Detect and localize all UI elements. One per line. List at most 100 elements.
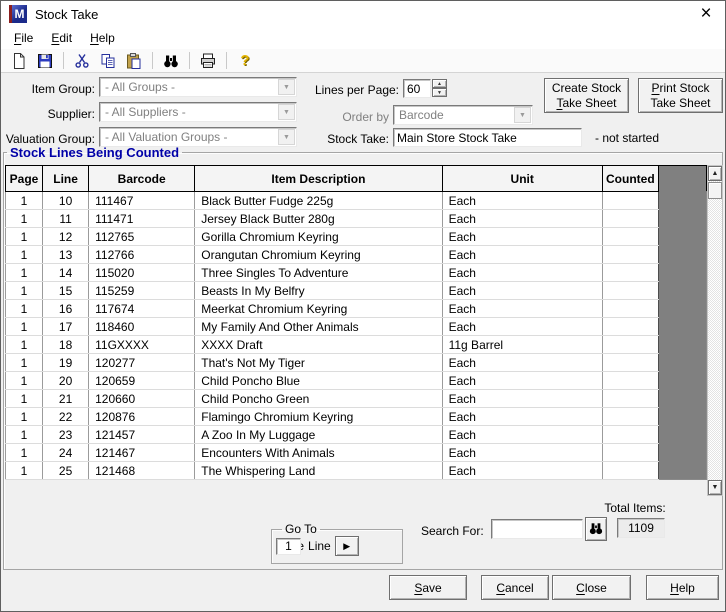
cell [602,246,658,264]
toolbar-separator [63,52,64,69]
print-sheet-line1: Print Stock [651,81,709,96]
window-title: Stock Take [35,7,98,22]
create-sheet-line2: Take Sheet [556,96,616,111]
spin-down-icon[interactable]: ▼ [432,88,447,97]
table-row[interactable]: 111111471Jersey Black Butter 280gEach [6,210,707,228]
col-header-counted[interactable]: Counted [602,166,658,192]
table-row[interactable]: 114115020Three Singles To AdventureEach [6,264,707,282]
menu-help[interactable]: Help [81,29,124,47]
print-sheet-line2: Take Sheet [650,96,710,111]
table-row[interactable]: 125121468The Whispering LandEach [6,462,707,480]
gray-filler-cell [658,408,706,426]
toolbar-help-button[interactable]: ? [232,50,258,72]
table-row[interactable]: 11811GXXXXXXXX Draft11g Barrel [6,336,707,354]
cancel-button[interactable]: Cancel [481,575,549,600]
scroll-up-icon[interactable]: ▲ [708,166,722,181]
cell: Each [442,264,602,282]
cell: 120659 [89,372,195,390]
table-row[interactable]: 113112766Orangutan Chromium KeyringEach [6,246,707,264]
table-row[interactable]: 119120277That's Not My TigerEach [6,354,707,372]
col-header-item-description[interactable]: Item Description [195,166,442,192]
cell: 115259 [89,282,195,300]
cell: 1 [6,318,43,336]
cell [602,264,658,282]
table-row[interactable]: 112112765Gorilla Chromium KeyringEach [6,228,707,246]
toolbar-separator [189,52,190,69]
cell: 23 [43,426,89,444]
cell: 12 [43,228,89,246]
menu-file[interactable]: File [5,29,42,47]
cell: 1 [6,210,43,228]
table-body: 110111467Black Butter Fudge 225gEach1111… [6,192,707,480]
cell: The Whispering Land [195,462,442,480]
create-stock-take-sheet-button[interactable]: Create Stock Take Sheet [544,78,629,113]
cancel-label: Cancel [496,581,533,595]
lines-per-page-stepper: ▲ ▼ [432,79,447,97]
new-button[interactable] [6,50,32,72]
col-header-line[interactable]: Line [43,166,89,192]
valuation-group-select[interactable]: - All Valuation Groups - ▼ [99,127,297,147]
cut-button[interactable] [69,50,95,72]
goto-line-input[interactable] [276,538,301,555]
help-button[interactable]: Help [646,575,719,600]
save-button[interactable] [32,50,58,72]
print-button[interactable] [195,50,221,72]
col-header-unit[interactable]: Unit [442,166,602,192]
paste-button[interactable] [121,50,147,72]
paste-icon [125,52,143,70]
cell: 121468 [89,462,195,480]
table-header-row: Page Line Barcode Item Description Unit … [6,166,707,192]
menu-edit[interactable]: Edit [42,29,81,47]
col-header-barcode[interactable]: Barcode [89,166,195,192]
table-row[interactable]: 117118460My Family And Other AnimalsEach [6,318,707,336]
cell: 14 [43,264,89,282]
chevron-down-icon: ▼ [278,129,295,145]
vertical-scrollbar[interactable]: ▲ ▼ [707,165,723,496]
cell: 24 [43,444,89,462]
scrollbar-thumb[interactable] [708,182,722,199]
item-group-select[interactable]: - All Groups - ▼ [99,77,297,97]
cell: 117674 [89,300,195,318]
table-row[interactable]: 121120660Child Poncho GreenEach [6,390,707,408]
search-input[interactable] [491,519,583,539]
save-dialog-button[interactable]: Save [389,575,467,600]
scroll-down-icon[interactable]: ▼ [708,480,722,495]
create-sheet-line1: Create Stock [552,81,621,96]
table-row[interactable]: 116117674Meerkat Chromium KeyringEach [6,300,707,318]
gray-filler-cell [658,264,706,282]
col-header-page[interactable]: Page [6,166,43,192]
supplier-select[interactable]: - All Suppliers - ▼ [99,102,297,122]
cell: 1 [6,372,43,390]
cell [602,354,658,372]
spin-up-icon[interactable]: ▲ [432,79,447,88]
close-icon[interactable]: × [695,3,717,25]
search-button[interactable] [585,517,607,541]
stock-lines-table-area: Page Line Barcode Item Description Unit … [5,165,723,498]
find-button[interactable] [158,50,184,72]
goto-go-button[interactable]: ▶ [335,536,359,556]
cell [602,336,658,354]
cell: 115020 [89,264,195,282]
order-by-select[interactable]: Barcode ▼ [393,105,533,125]
table-row[interactable]: 115115259Beasts In My BelfryEach [6,282,707,300]
cell: 1 [6,444,43,462]
cell: Beasts In My Belfry [195,282,442,300]
cell: 22 [43,408,89,426]
play-icon: ▶ [343,541,350,552]
cell: Each [442,444,602,462]
cell [602,372,658,390]
table-row[interactable]: 120120659Child Poncho BlueEach [6,372,707,390]
help-icon: ? [240,52,249,69]
table-row[interactable]: 122120876Flamingo Chromium KeyringEach [6,408,707,426]
table-row[interactable]: 110111467Black Butter Fudge 225gEach [6,192,707,210]
cell: Three Singles To Adventure [195,264,442,282]
table-row[interactable]: 124121467Encounters With AnimalsEach [6,444,707,462]
copy-button[interactable] [95,50,121,72]
cell [602,408,658,426]
lines-per-page-input[interactable] [403,79,431,98]
close-button[interactable]: Close [552,575,631,600]
print-stock-take-sheet-button[interactable]: Print Stock Take Sheet [638,78,723,113]
table-row[interactable]: 123121457A Zoo In My LuggageEach [6,426,707,444]
chevron-down-icon: ▼ [514,107,531,123]
cell: 10 [43,192,89,210]
